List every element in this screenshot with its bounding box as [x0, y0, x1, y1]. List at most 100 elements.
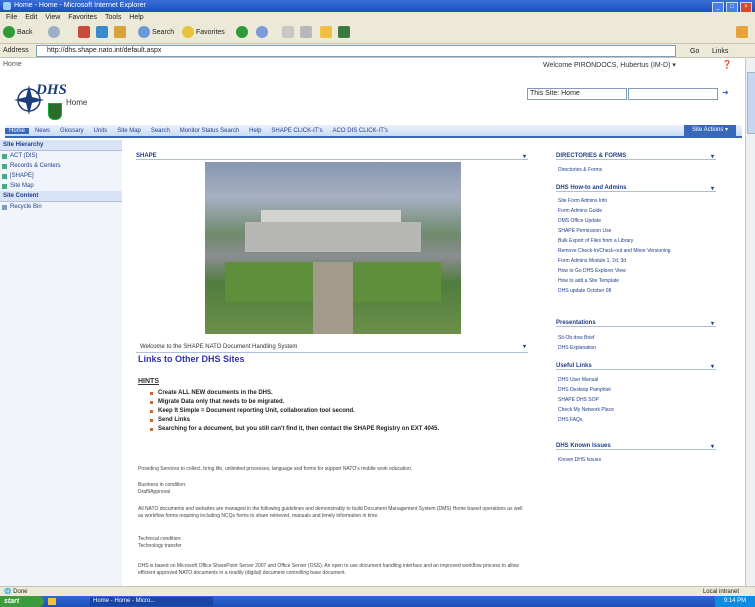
search-button[interactable]: Search [138, 26, 174, 40]
webpart-menu-icon[interactable]: ▾ [711, 363, 714, 370]
media-button[interactable] [236, 26, 250, 40]
history-icon [256, 26, 268, 39]
messenger-button[interactable] [338, 26, 352, 40]
webpart-menu-icon[interactable]: ▾ [523, 343, 526, 350]
rightcol-link[interactable]: Form Admins Module 1, 2d, 3d [558, 258, 626, 264]
quicklaunch-item[interactable]: [SHAPE] [0, 171, 122, 181]
site-title: Home [66, 98, 88, 107]
quicklaunch-item[interactable]: Records & Centers [0, 161, 122, 171]
rightcol-link[interactable]: How to add a Site Template [558, 278, 619, 284]
help-icon[interactable]: ❓ [722, 60, 732, 69]
stop-icon [78, 26, 90, 39]
search-input[interactable] [628, 88, 718, 100]
rightcol-link[interactable]: DHS update October 08 [558, 288, 611, 294]
webpart-menu-icon[interactable]: ▾ [523, 153, 526, 160]
rightcol-link[interactable]: Sit-Ob dow Brief [558, 335, 594, 341]
address-bar: Address http://dhs.shape.nato.int/defaul… [0, 44, 755, 58]
go-button[interactable]: Go [690, 45, 699, 58]
system-tray-clock: 9:14 PM [715, 596, 755, 607]
taskbar-ie-window[interactable]: Home - Home - Micro... [90, 597, 213, 606]
list-item: Keep It Simple = Document reporting Unit… [150, 407, 439, 416]
tab-units[interactable]: Units [94, 128, 108, 134]
tab-site-map[interactable]: Site Map [117, 128, 141, 134]
menu-tools[interactable]: Tools [105, 14, 121, 21]
rightcol-link[interactable]: Form Admins Guide [558, 208, 602, 214]
breadcrumb-home[interactable]: Home [3, 61, 22, 68]
forward-button[interactable] [48, 26, 62, 40]
site-icon [2, 154, 7, 159]
tab-monitor-status-search[interactable]: Monitor Status Search [180, 128, 239, 134]
windows-flag-icon [736, 26, 750, 40]
tab-shape-clickits[interactable]: SHAPE CLICK-IT's [271, 128, 322, 134]
window-title: Home - Home - Microsoft Internet Explore… [14, 2, 146, 9]
links-heading[interactable]: Links to Other DHS Sites [138, 354, 245, 364]
dhs-description-paragraph: DHS is based on Microsoft Office SharePo… [138, 563, 519, 576]
rightcol-link[interactable]: DHS Desktop Pamphlet [558, 387, 611, 393]
scrollbar-thumb[interactable] [747, 72, 755, 134]
rightcol-link[interactable]: Remove Check-In/Check-out and Minor Vers… [558, 248, 671, 254]
start-button[interactable]: start [0, 596, 44, 607]
site-icon [2, 164, 7, 169]
webpart-menu-icon[interactable]: ▾ [711, 153, 714, 160]
stop-button[interactable] [78, 26, 92, 40]
rightcol-link[interactable]: DHS FAQs [558, 417, 582, 423]
rightcol-link[interactable]: Bulk Export of Files from a Library [558, 238, 633, 244]
rightcol-link[interactable]: DHS Explanation [558, 345, 596, 351]
mail-button[interactable] [282, 26, 296, 40]
history-button[interactable] [256, 26, 270, 40]
webpart-menu-icon[interactable]: ▾ [711, 320, 714, 327]
presentations-heading: Presentations ▾ [556, 320, 716, 327]
favorites-button[interactable]: Favorites [182, 26, 225, 40]
tab-search[interactable]: Search [151, 128, 170, 134]
menu-help[interactable]: Help [129, 14, 143, 21]
mail-icon [282, 26, 294, 39]
site-hierarchy-heading: Site Hierarchy [0, 140, 122, 151]
useful-links-heading: Useful Links ▾ [556, 363, 716, 370]
webpart-divider: ▾ [136, 344, 528, 353]
links-button[interactable]: Links [712, 45, 728, 58]
menu-favorites[interactable]: Favorites [68, 14, 97, 21]
tab-glossary[interactable]: Glossary [60, 128, 84, 134]
quicklaunch-item[interactable]: ACT (DIS) [0, 151, 122, 161]
technical-condition-label: Technical condition: [138, 536, 182, 542]
welcome-menu[interactable]: Welcome PIRONDOCS, Hubertus (IM-D) ▾ [543, 61, 676, 69]
address-label: Address [3, 47, 29, 54]
rightcol-link[interactable]: How to Go DHS Explorer View [558, 268, 626, 274]
tab-home[interactable]: Home [5, 128, 30, 134]
page-content: Home Welcome PIRONDOCS, Hubertus (IM-D) … [0, 58, 745, 586]
rightcol-link[interactable]: SHAPE DHS SOP [558, 397, 599, 403]
search-scope-select[interactable]: This Site: Home [527, 88, 627, 100]
quicklaunch-icon[interactable] [48, 598, 56, 605]
quicklaunch-item[interactable]: Site Map [0, 181, 122, 191]
refresh-button[interactable] [96, 26, 110, 40]
rightcol-link[interactable]: DHS User Manual [558, 377, 598, 383]
webpart-menu-icon[interactable]: ▾ [711, 443, 714, 450]
rightcol-link[interactable]: Check My Network Place [558, 407, 614, 413]
rightcol-link[interactable]: DMS Office Update [558, 218, 601, 224]
recycle-bin-link[interactable]: Recycle Bin [0, 202, 122, 212]
list-item: Migrate Data only that needs to be migra… [150, 398, 439, 407]
technical-condition-value: Technology transfer [138, 543, 182, 549]
vertical-scrollbar[interactable] [745, 58, 755, 586]
rightcol-link[interactable]: Known DHS Issues [558, 457, 601, 463]
tab-news[interactable]: News [35, 128, 50, 134]
menu-edit[interactable]: Edit [25, 14, 37, 21]
webpart-menu-icon[interactable]: ▾ [711, 185, 714, 192]
address-input[interactable]: http://dhs.shape.nato.int/default.aspx [36, 45, 676, 57]
print-button[interactable] [300, 26, 314, 40]
menu-file[interactable]: File [6, 14, 17, 21]
tab-aco-clickits[interactable]: ACO DIS CLICK-IT's [333, 128, 389, 134]
list-item: Create ALL NEW documents in the DHS. [150, 389, 439, 398]
rightcol-link[interactable]: Site Form Admins Info [558, 198, 607, 204]
home-button[interactable] [114, 26, 128, 40]
site-actions-menu[interactable]: Site Actions ▾ [683, 125, 736, 136]
search-go-icon[interactable]: ➜ [722, 88, 729, 97]
rightcol-link[interactable]: SHAPE Permission Use [558, 228, 611, 234]
edit-button[interactable] [320, 26, 334, 40]
quick-launch: Site Hierarchy ACT (DIS) Records & Cente… [0, 140, 122, 586]
shape-headquarters-photo [205, 162, 461, 334]
menu-view[interactable]: View [45, 14, 60, 21]
back-button[interactable]: Back [3, 26, 33, 40]
tab-help[interactable]: Help [249, 128, 261, 134]
rightcol-link[interactable]: Directories & Forms [558, 167, 602, 173]
